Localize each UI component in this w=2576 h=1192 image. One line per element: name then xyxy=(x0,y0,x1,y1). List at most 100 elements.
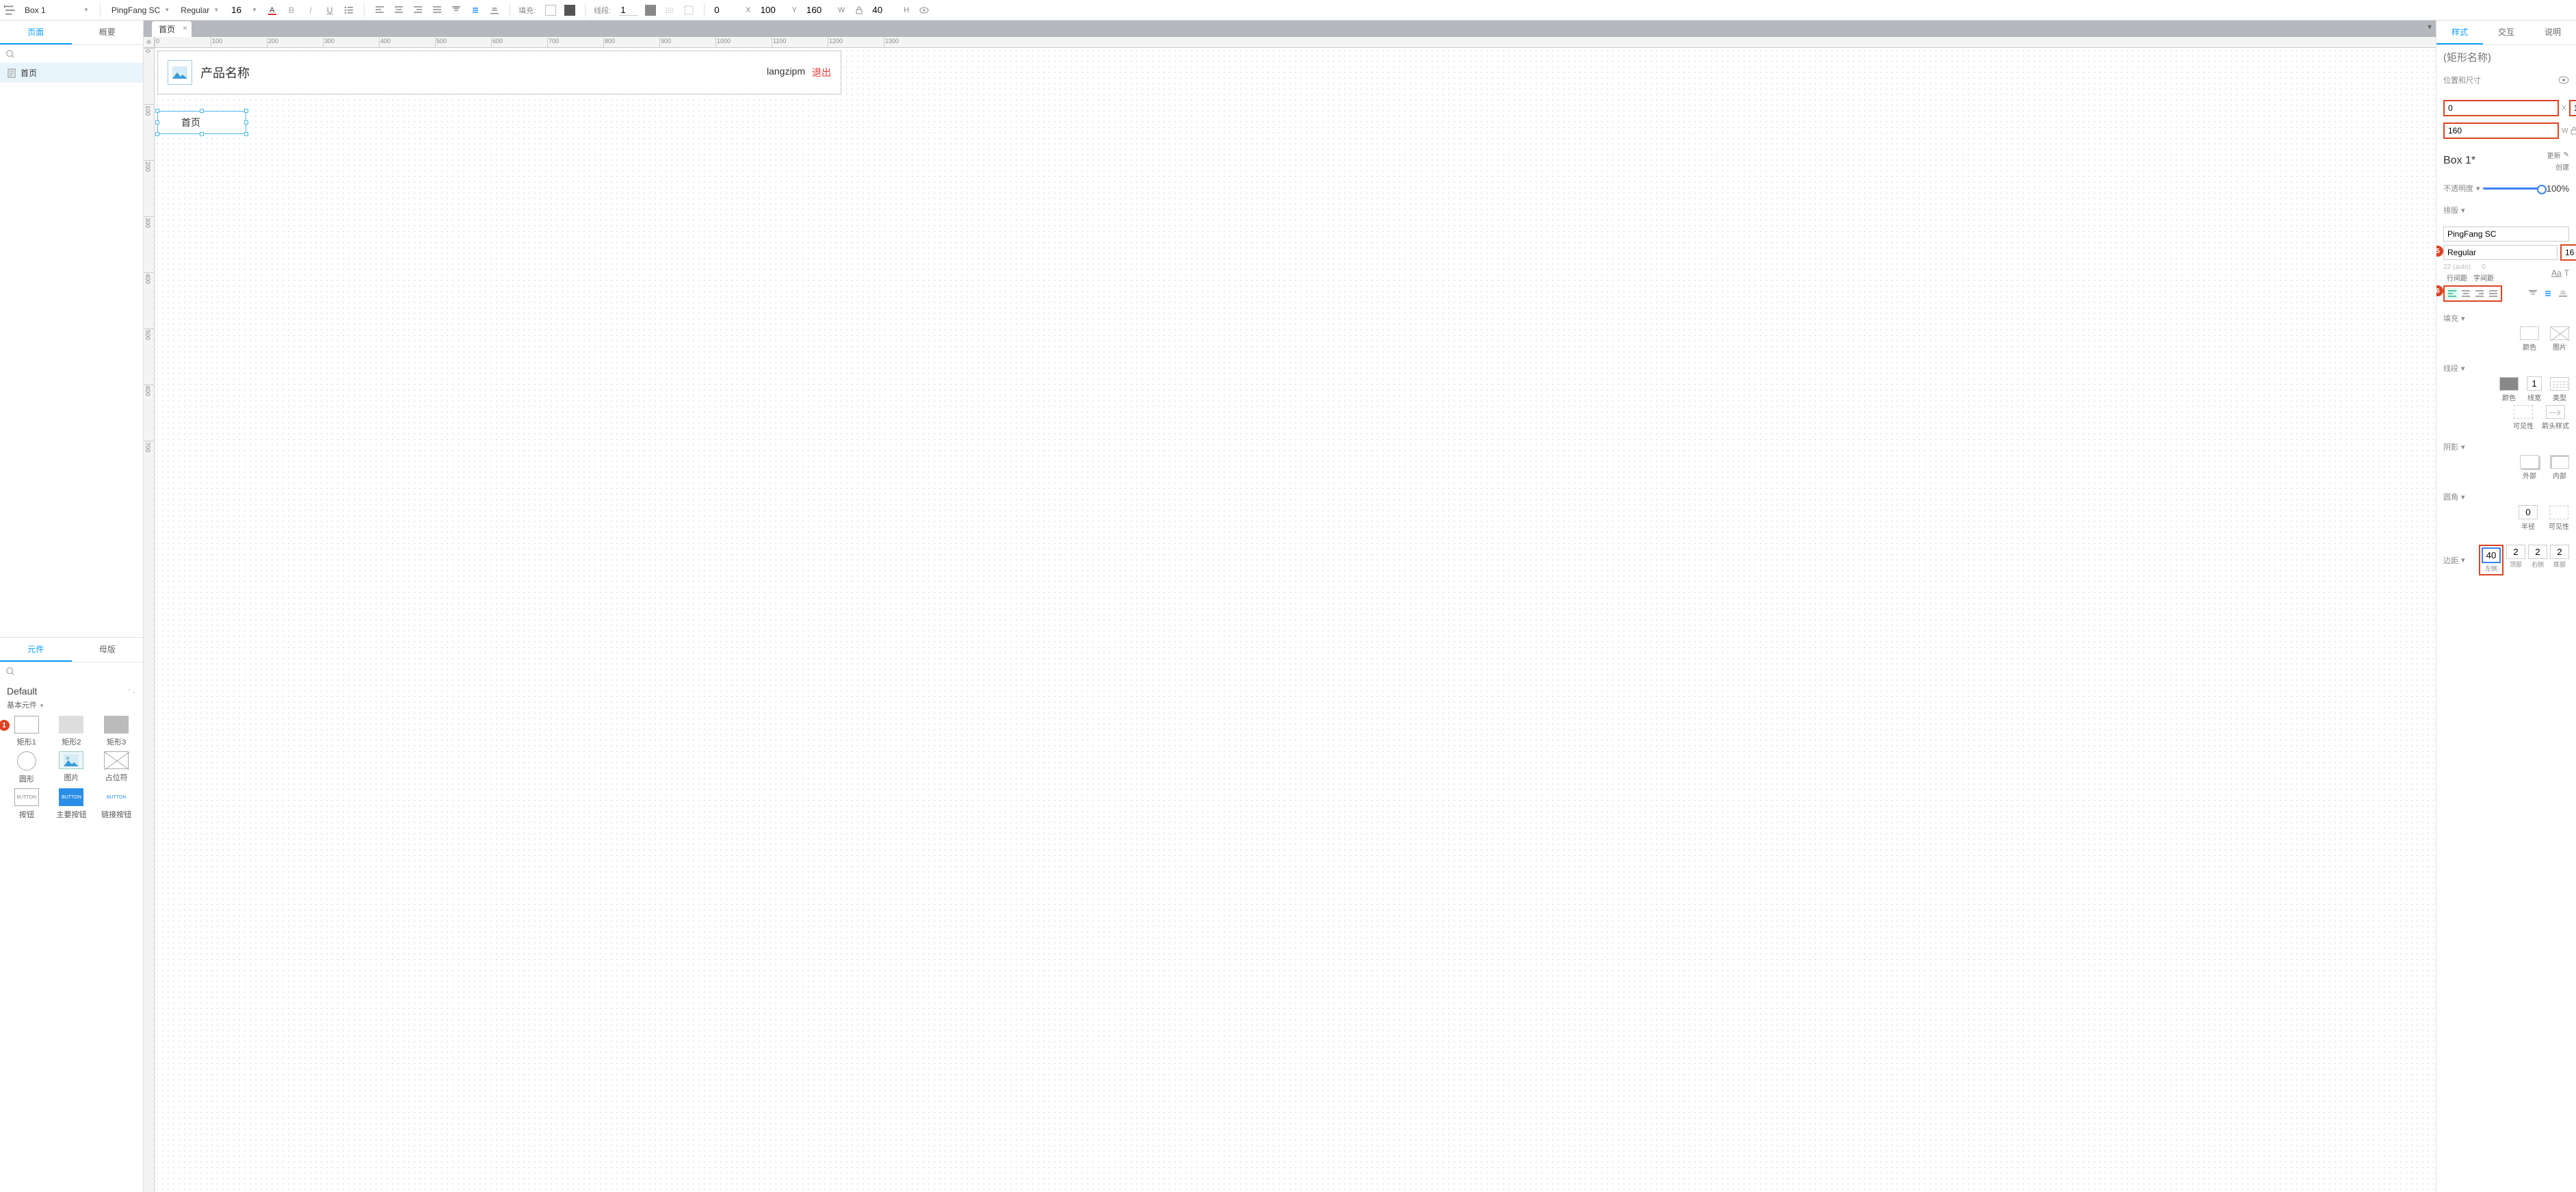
chevron-icon[interactable]: ⌃⌄ xyxy=(127,688,136,695)
resize-handle[interactable] xyxy=(244,109,248,113)
bold-button[interactable]: B xyxy=(285,3,298,17)
tab-masters[interactable]: 母版 xyxy=(72,638,144,662)
stroke-color-swatch[interactable] xyxy=(644,3,657,17)
inspector-w-input[interactable] xyxy=(2443,122,2559,139)
border-width-input[interactable] xyxy=(2527,376,2542,391)
size-h-input[interactable] xyxy=(871,5,898,15)
tab-pages[interactable]: 页面 xyxy=(0,21,72,44)
tab-interactions[interactable]: 交互 xyxy=(2483,21,2529,44)
logout-link[interactable]: 退出 xyxy=(812,66,831,79)
italic-button[interactable]: I xyxy=(304,3,317,17)
visibility-toggle-button[interactable] xyxy=(917,3,931,17)
shadow-inner-button[interactable] xyxy=(2550,455,2569,469)
inspector-y-input[interactable] xyxy=(2569,100,2576,116)
inspector-x-input[interactable] xyxy=(2443,100,2559,116)
font-weight-dropdown[interactable]: Regular ▼ xyxy=(178,4,222,16)
selected-widget[interactable]: 4 首页 xyxy=(157,111,246,134)
widget-image[interactable]: 图片 xyxy=(51,751,93,784)
widget-placeholder[interactable]: 占位符 xyxy=(95,751,137,784)
align-justify-button[interactable] xyxy=(2487,288,2499,299)
pos-y-input[interactable] xyxy=(759,5,787,15)
align-right-button[interactable] xyxy=(411,3,425,17)
widget-name-dropdown[interactable]: Box 1 ▼ xyxy=(22,4,92,16)
lock-aspect-icon[interactable] xyxy=(2571,127,2576,135)
font-size-input[interactable] xyxy=(230,5,248,15)
arrow-style-button[interactable] xyxy=(2546,405,2565,419)
resize-handle[interactable] xyxy=(244,120,248,125)
align-center-button[interactable] xyxy=(392,3,406,17)
inspector-font-family[interactable] xyxy=(2443,226,2569,242)
fill-image-button[interactable] xyxy=(2550,326,2569,340)
fill-color-button[interactable] xyxy=(2520,326,2539,340)
widget-button[interactable]: BUTTON 按钮 xyxy=(5,788,48,820)
resize-handle[interactable] xyxy=(200,109,204,113)
tab-widgets[interactable]: 元件 xyxy=(0,638,72,662)
corner-radius-input[interactable] xyxy=(2519,505,2538,519)
text-options-icon[interactable]: T xyxy=(2564,268,2569,278)
widget-ellipse[interactable]: 圆形 xyxy=(5,751,48,784)
resize-handle[interactable] xyxy=(155,109,159,113)
align-center-button[interactable] xyxy=(2460,288,2472,299)
inspector-font-weight[interactable] xyxy=(2443,245,2558,260)
pages-search-input[interactable] xyxy=(19,49,140,60)
widget-rect2[interactable]: 矩形2 xyxy=(51,716,93,747)
opacity-slider[interactable] xyxy=(2483,187,2544,190)
align-right-button[interactable] xyxy=(2473,288,2486,299)
widgets-search-input[interactable] xyxy=(19,666,140,677)
tab-outline[interactable]: 概要 xyxy=(72,21,144,44)
fill-color-swatch-dark[interactable] xyxy=(563,3,577,17)
valign-bottom-button[interactable] xyxy=(488,3,501,17)
ruler-vertical[interactable]: 0100200300400500600700 xyxy=(144,48,155,1192)
widget-rect3[interactable]: 矩形3 xyxy=(95,716,137,747)
size-w-input[interactable] xyxy=(805,5,832,15)
close-icon[interactable]: × xyxy=(183,23,187,33)
shape-name-input[interactable] xyxy=(2443,49,2576,66)
lock-aspect-icon[interactable] xyxy=(853,4,865,16)
resize-handle[interactable] xyxy=(200,132,204,136)
tab-style[interactable]: 样式 xyxy=(2436,21,2483,44)
shadow-outer-button[interactable] xyxy=(2520,455,2539,469)
stroke-width-input[interactable] xyxy=(619,5,638,16)
edit-icon[interactable]: ✎ xyxy=(2564,151,2569,159)
visibility-icon[interactable] xyxy=(2558,76,2569,84)
valign-top-button[interactable] xyxy=(449,3,463,17)
font-size-dropdown[interactable]: ▼ xyxy=(227,3,260,16)
border-type-button[interactable] xyxy=(2550,377,2569,391)
page-tabs-menu-icon[interactable]: ▾ xyxy=(2428,22,2432,31)
font-color-button[interactable]: A xyxy=(265,3,279,17)
align-left-button[interactable] xyxy=(2446,288,2458,299)
resize-handle[interactable] xyxy=(244,132,248,136)
inspector-font-size[interactable] xyxy=(2560,244,2576,261)
corner-visibility-button[interactable] xyxy=(2549,506,2568,519)
underline-button[interactable]: U xyxy=(323,3,337,17)
resize-handle[interactable] xyxy=(155,132,159,136)
widget-link-button[interactable]: BUTTON 链接按钮 xyxy=(95,788,137,820)
line-height-value[interactable]: 22 (auto) xyxy=(2443,263,2471,271)
ruler-origin[interactable]: ⊕ xyxy=(144,37,155,48)
create-style-link[interactable]: 创建 xyxy=(2555,161,2569,172)
resize-handle[interactable] xyxy=(155,120,159,125)
update-style-link[interactable]: 更新 xyxy=(2547,150,2561,160)
page-tree-item[interactable]: 首页 xyxy=(0,63,143,83)
ruler-horizontal[interactable]: 0100200300400500600700800900100011001200… xyxy=(155,37,2436,48)
valign-middle-button[interactable] xyxy=(469,3,482,17)
padding-bottom-input[interactable] xyxy=(2550,545,2569,559)
valign-top-button[interactable] xyxy=(2527,288,2539,299)
valign-bottom-button[interactable] xyxy=(2557,288,2569,299)
align-left-button[interactable] xyxy=(373,3,386,17)
canvas[interactable]: 产品名称 langzipm 退出 4 首页 xyxy=(155,48,2436,1192)
widget-options-icon[interactable] xyxy=(4,4,16,16)
widget-rect1[interactable]: 1 矩形1 xyxy=(5,716,48,747)
stroke-style-button[interactable] xyxy=(663,3,676,17)
widget-primary-button[interactable]: BUTTON 主要按钮 xyxy=(51,788,93,820)
valign-middle-button[interactable] xyxy=(2542,288,2554,299)
align-justify-button[interactable] xyxy=(430,3,444,17)
border-visibility-button[interactable] xyxy=(682,3,696,17)
text-case-icon[interactable]: Aa xyxy=(2551,268,2562,278)
padding-right-input[interactable] xyxy=(2528,545,2547,559)
border-visibility-button[interactable] xyxy=(2514,405,2533,419)
fill-color-swatch[interactable] xyxy=(544,3,557,17)
tab-notes[interactable]: 说明 xyxy=(2529,21,2576,44)
padding-left-input[interactable] xyxy=(2482,547,2501,563)
padding-top-input[interactable] xyxy=(2506,545,2525,559)
